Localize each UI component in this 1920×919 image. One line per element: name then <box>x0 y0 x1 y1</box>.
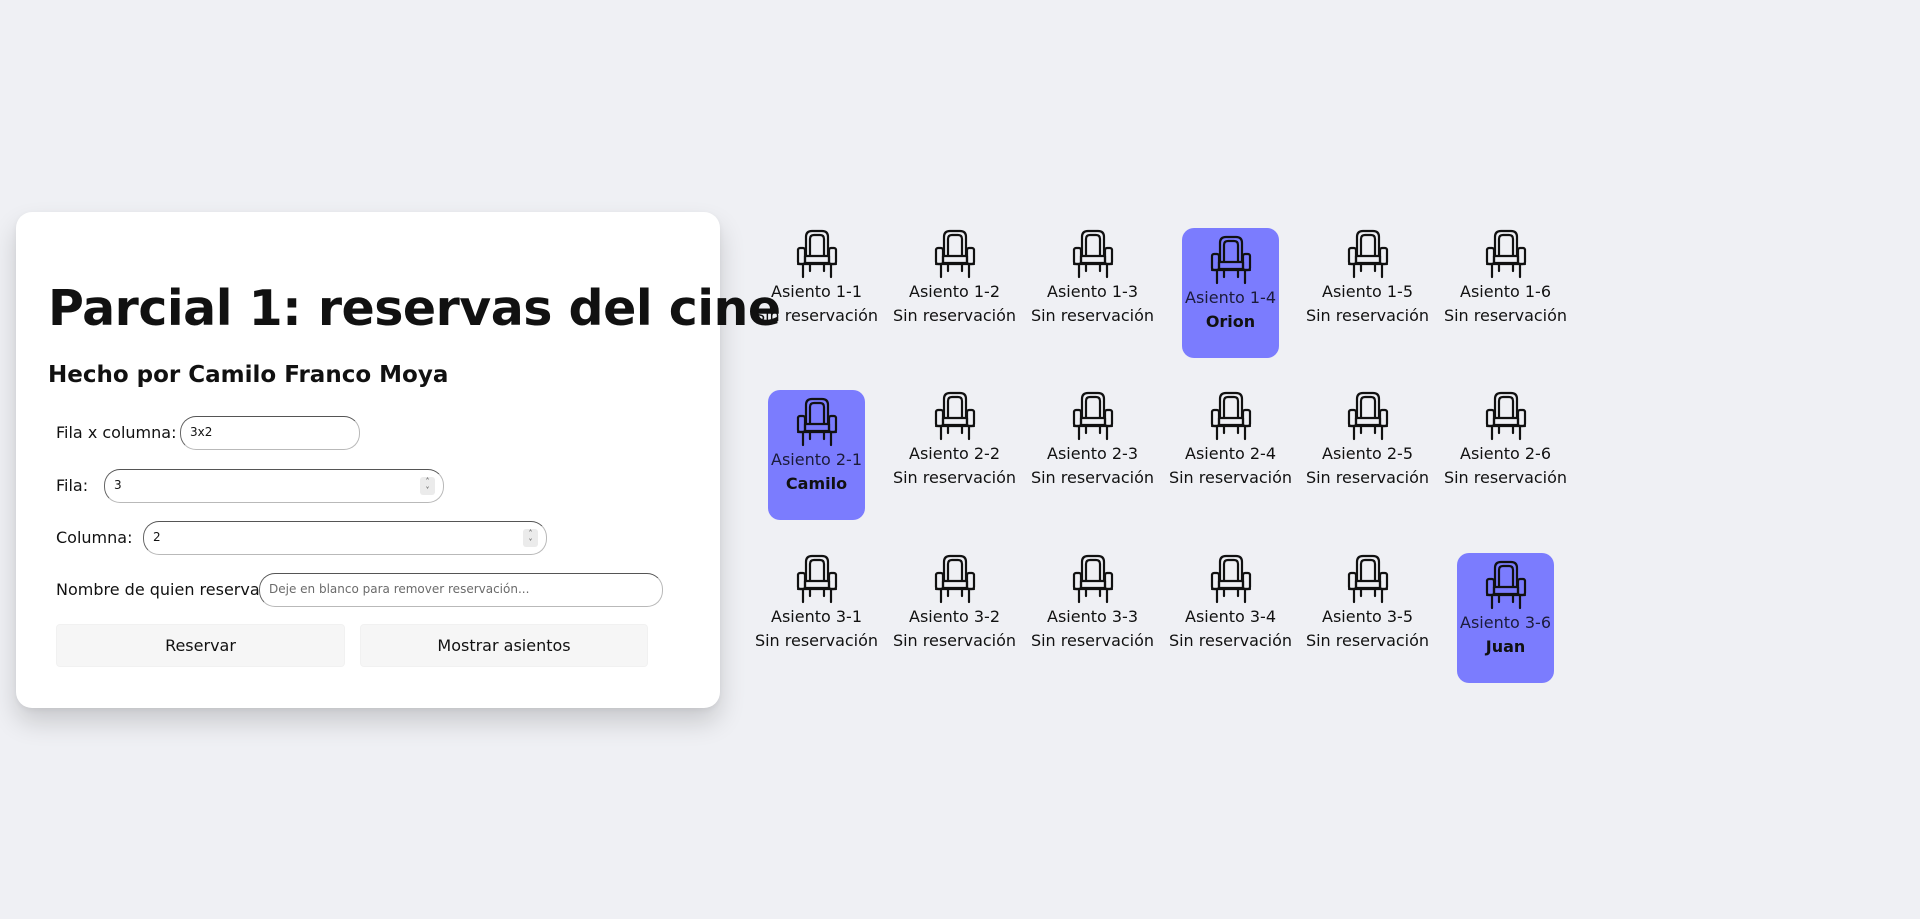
seat-1-4[interactable]: Asiento 1-4 Orion <box>1182 228 1279 358</box>
cinema-chair-icon <box>1209 390 1253 442</box>
seat-status: Sin reservación <box>1443 306 1568 325</box>
columna-value: 2 <box>153 530 161 544</box>
seat-status: Sin reservación <box>1305 631 1430 650</box>
seat-label: Asiento 2-6 <box>1460 444 1551 463</box>
seat-1-5[interactable]: Asiento 1-5 Sin reservación <box>1306 228 1429 358</box>
fila-columna-label: Fila x columna: <box>56 423 177 442</box>
seat-status: Sin reservación <box>892 631 1017 650</box>
seat-3-1[interactable]: Asiento 3-1 Sin reservación <box>755 553 878 683</box>
cinema-chair-icon <box>1484 228 1528 280</box>
seat-reserved-by: Camilo <box>785 474 848 493</box>
cinema-chair-icon <box>1346 228 1390 280</box>
seat-label: Asiento 3-6 <box>1460 613 1551 632</box>
seat-status: Sin reservación <box>1305 468 1430 487</box>
seat-label: Asiento 1-1 <box>771 282 862 301</box>
seat-reserved-by: Juan <box>1485 637 1526 656</box>
fila-columna-value: 3x2 <box>190 425 213 439</box>
fila-label: Fila: <box>56 476 89 495</box>
cinema-chair-icon <box>795 553 839 605</box>
cinema-chair-icon <box>933 553 977 605</box>
seat-status: Sin reservación <box>754 631 879 650</box>
seat-status: Sin reservación <box>1030 631 1155 650</box>
seat-label: Asiento 3-3 <box>1047 607 1138 626</box>
seat-3-2[interactable]: Asiento 3-2 Sin reservación <box>893 553 1016 683</box>
reservar-button[interactable]: Reservar <box>56 624 345 667</box>
cinema-chair-icon <box>795 228 839 280</box>
seat-label: Asiento 1-4 <box>1185 288 1276 307</box>
mostrar-asientos-button[interactable]: Mostrar asientos <box>360 624 648 667</box>
seat-status: Sin reservación <box>1030 306 1155 325</box>
seat-3-6[interactable]: Asiento 3-6 Juan <box>1457 553 1554 683</box>
seat-label: Asiento 1-2 <box>909 282 1000 301</box>
seat-status: Sin reservación <box>1443 468 1568 487</box>
seat-label: Asiento 2-4 <box>1185 444 1276 463</box>
seat-status: Sin reservación <box>892 468 1017 487</box>
cinema-chair-icon <box>795 396 839 448</box>
seat-label: Asiento 3-5 <box>1322 607 1413 626</box>
seat-label: Asiento 1-5 <box>1322 282 1413 301</box>
seat-3-3[interactable]: Asiento 3-3 Sin reservación <box>1031 553 1154 683</box>
page-title: Parcial 1: reservas del cine <box>48 280 781 337</box>
seat-status: Sin reservación <box>1305 306 1430 325</box>
cinema-chair-icon <box>1484 390 1528 442</box>
nombre-label: Nombre de quien reserva: <box>56 580 266 599</box>
seat-label: Asiento 2-3 <box>1047 444 1138 463</box>
seat-status: Sin reservación <box>754 306 879 325</box>
nombre-input[interactable]: Deje en blanco para remover reservación.… <box>259 573 663 607</box>
seat-label: Asiento 2-5 <box>1322 444 1413 463</box>
seat-2-3[interactable]: Asiento 2-3 Sin reservación <box>1031 390 1154 520</box>
nombre-placeholder: Deje en blanco para remover reservación.… <box>269 582 530 596</box>
cinema-chair-icon <box>1346 390 1390 442</box>
seat-status: Sin reservación <box>892 306 1017 325</box>
seat-status: Sin reservación <box>1168 468 1293 487</box>
seat-1-6[interactable]: Asiento 1-6 Sin reservación <box>1444 228 1567 358</box>
cinema-chair-icon <box>1484 559 1528 611</box>
seat-label: Asiento 3-1 <box>771 607 862 626</box>
seat-1-1[interactable]: Asiento 1-1 Sin reservación <box>755 228 878 358</box>
seat-2-4[interactable]: Asiento 2-4 Sin reservación <box>1169 390 1292 520</box>
cinema-chair-icon <box>1209 234 1253 286</box>
seat-1-3[interactable]: Asiento 1-3 Sin reservación <box>1031 228 1154 358</box>
cinema-chair-icon <box>1071 553 1115 605</box>
page-subtitle: Hecho por Camilo Franco Moya <box>48 362 449 388</box>
up-down-spinner-icon[interactable]: ˄ ˅ <box>420 477 435 495</box>
cinema-chair-icon <box>933 228 977 280</box>
seat-label: Asiento 2-1 <box>771 450 862 469</box>
up-down-spinner-icon[interactable]: ˄ ˅ <box>523 529 538 547</box>
cinema-chair-icon <box>1071 228 1115 280</box>
seat-label: Asiento 3-4 <box>1185 607 1276 626</box>
seat-reserved-by: Orion <box>1205 312 1256 331</box>
seat-label: Asiento 1-3 <box>1047 282 1138 301</box>
seat-label: Asiento 1-6 <box>1460 282 1551 301</box>
cinema-chair-icon <box>1209 553 1253 605</box>
seat-label: Asiento 3-2 <box>909 607 1000 626</box>
fila-value: 3 <box>114 478 122 492</box>
columna-number-input[interactable]: 2 ˄ ˅ <box>143 521 547 555</box>
seat-label: Asiento 2-2 <box>909 444 1000 463</box>
seat-2-2[interactable]: Asiento 2-2 Sin reservación <box>893 390 1016 520</box>
fila-columna-input[interactable]: 3x2 <box>180 416 360 450</box>
seat-3-5[interactable]: Asiento 3-5 Sin reservación <box>1306 553 1429 683</box>
seat-2-1[interactable]: Asiento 2-1 Camilo <box>768 390 865 520</box>
reservation-form-card: Parcial 1: reservas del cine Hecho por C… <box>16 212 781 708</box>
cinema-chair-icon <box>933 390 977 442</box>
cinema-chair-icon <box>1346 553 1390 605</box>
cinema-chair-icon <box>1071 390 1115 442</box>
seat-1-2[interactable]: Asiento 1-2 Sin reservación <box>893 228 1016 358</box>
fila-number-input[interactable]: 3 ˄ ˅ <box>104 469 444 503</box>
seat-3-4[interactable]: Asiento 3-4 Sin reservación <box>1169 553 1292 683</box>
seat-2-5[interactable]: Asiento 2-5 Sin reservación <box>1306 390 1429 520</box>
columna-label: Columna: <box>56 528 133 547</box>
seat-status: Sin reservación <box>1168 631 1293 650</box>
seat-2-6[interactable]: Asiento 2-6 Sin reservación <box>1444 390 1567 520</box>
seat-status: Sin reservación <box>1030 468 1155 487</box>
